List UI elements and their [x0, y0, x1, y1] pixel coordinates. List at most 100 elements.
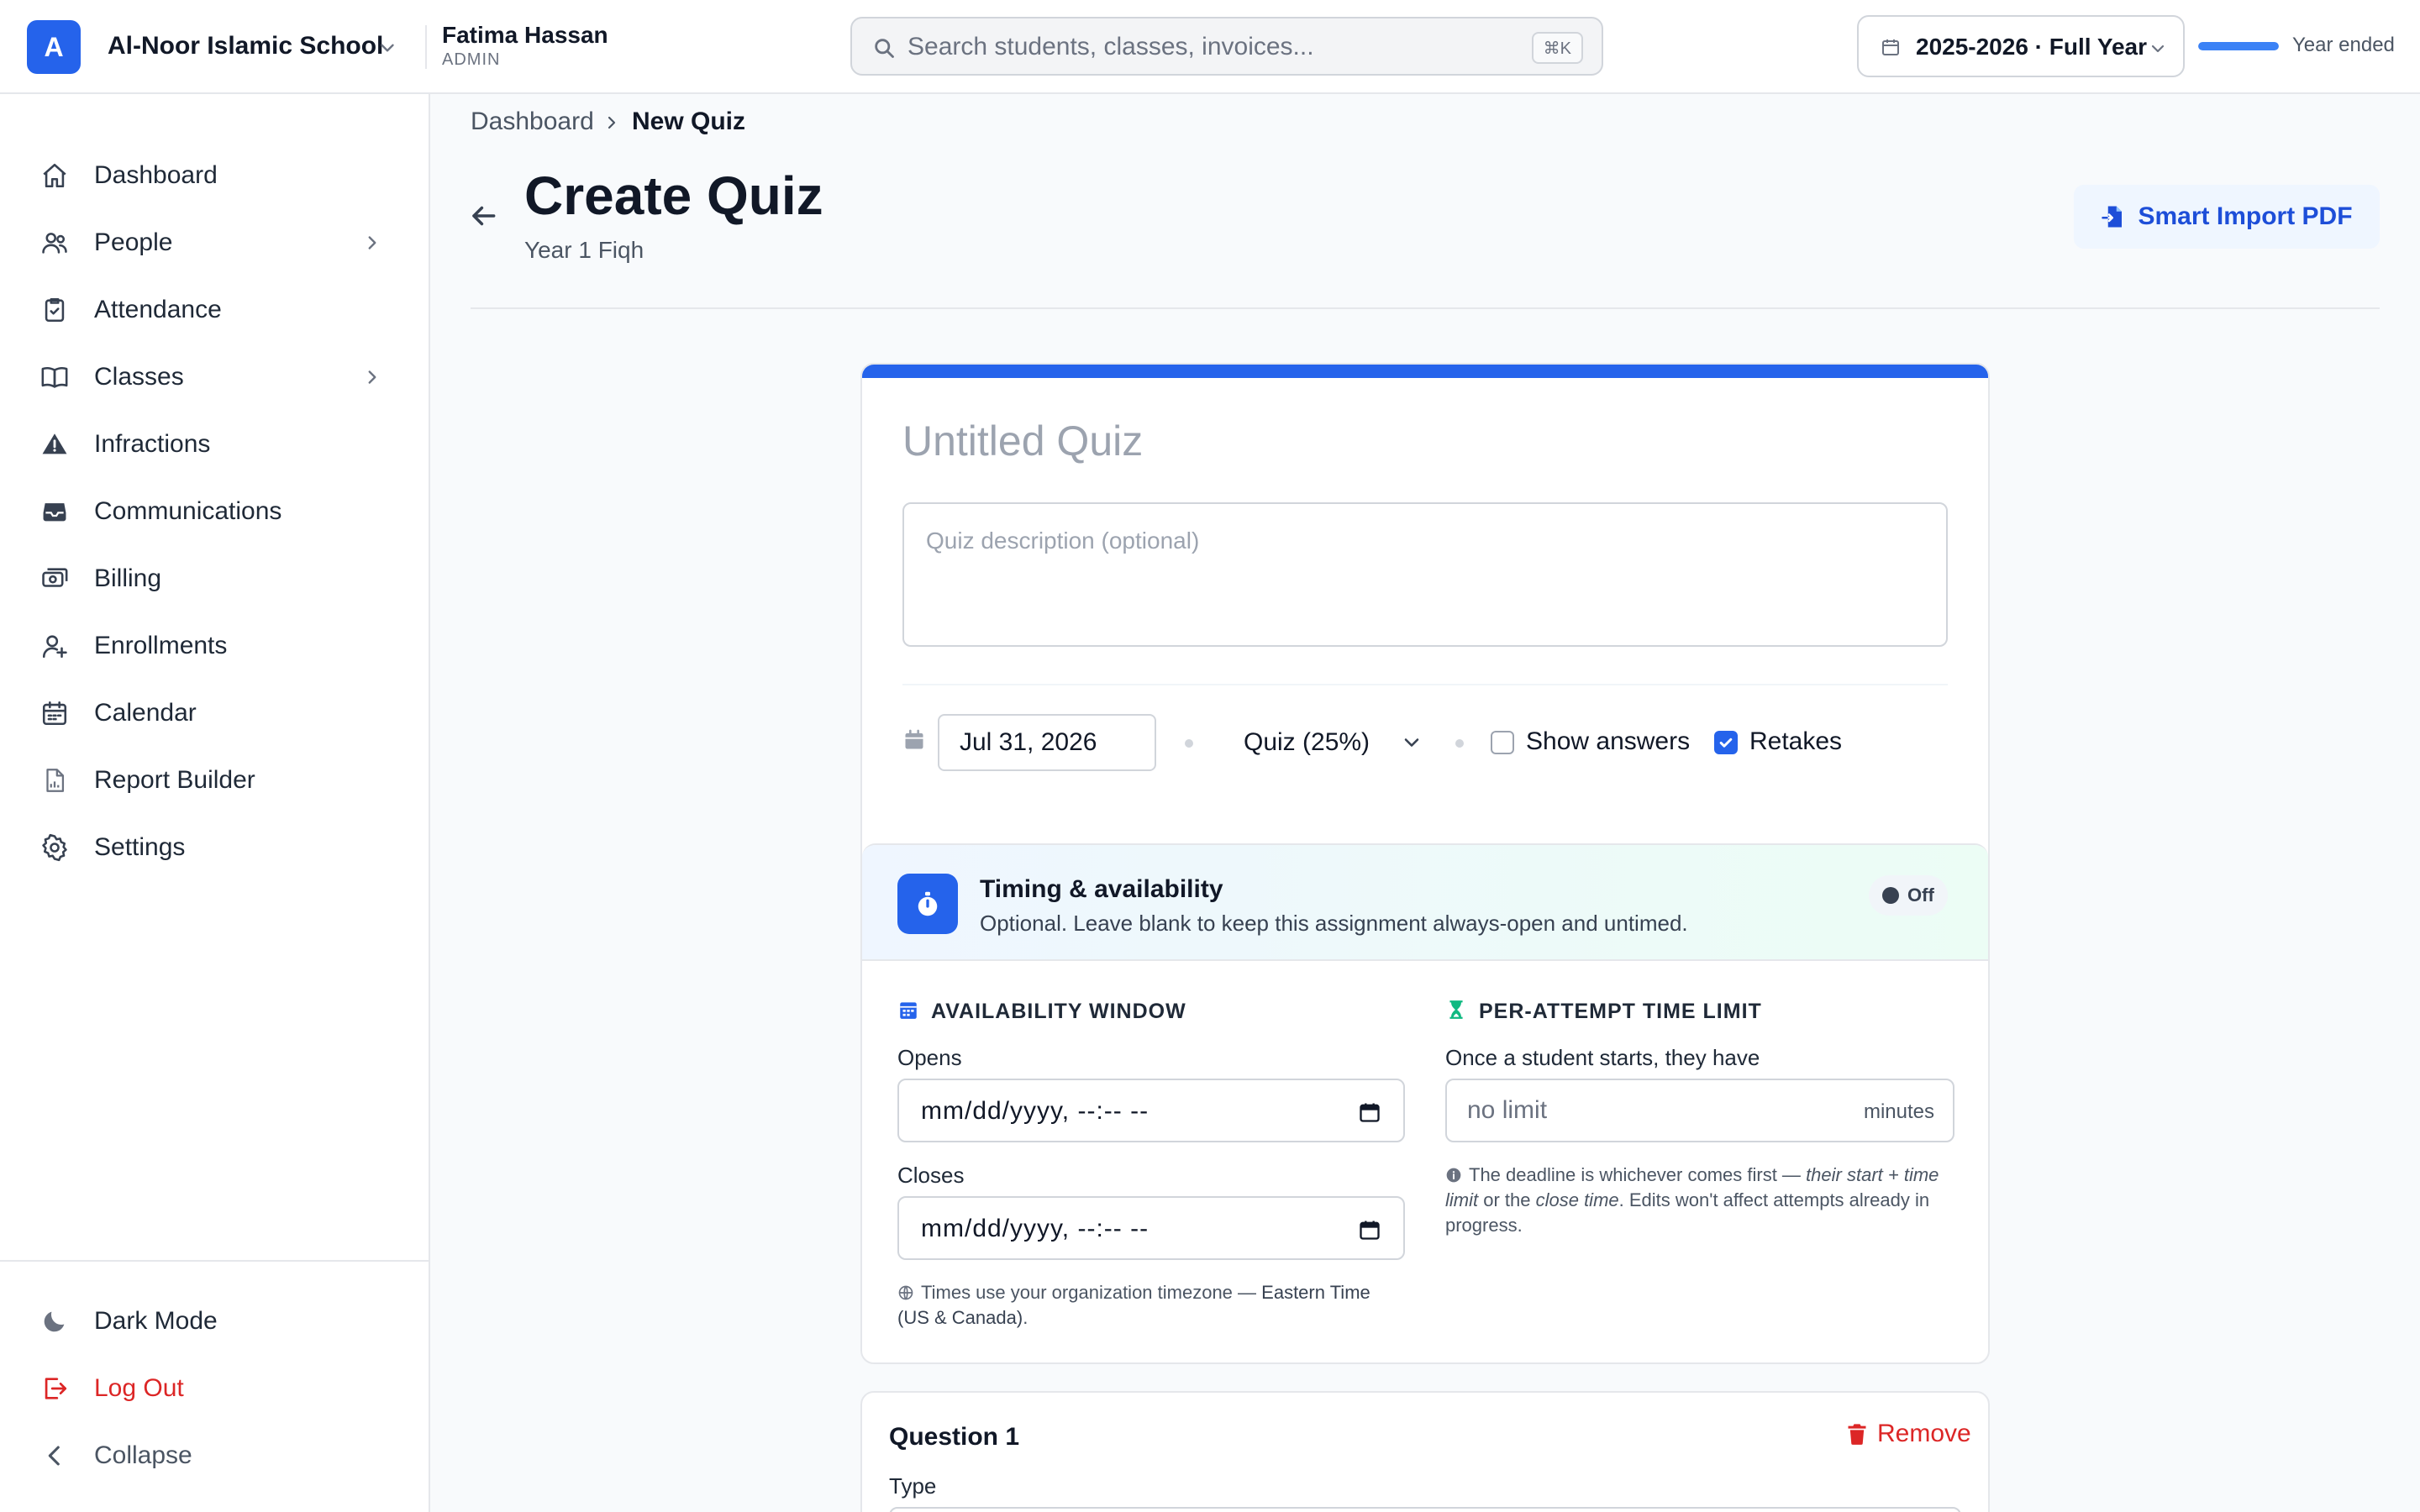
- sidebar-item-label: Communications: [94, 497, 282, 525]
- year-status: Year ended: [2292, 34, 2395, 56]
- opens-datetime-value: mm/dd/yyyy, --:-- --: [921, 1097, 1150, 1125]
- question-card: Question 1 Remove Type: [860, 1391, 1990, 1512]
- separator-dot: [1185, 739, 1193, 748]
- logout-label: Log Out: [94, 1374, 184, 1402]
- dark-mode-label: Dark Mode: [94, 1307, 218, 1335]
- year-progress-fill: [2198, 42, 2279, 50]
- sidebar: Dashboard People Attendance Classes Infr…: [0, 94, 430, 1512]
- user-role: ADMIN: [442, 50, 501, 69]
- sidebar-item-label: Settings: [94, 833, 186, 861]
- sidebar-item-classes[interactable]: Classes: [25, 351, 395, 402]
- sidebar-item-settings[interactable]: Settings: [25, 822, 395, 872]
- show-answers-label[interactable]: Show answers: [1526, 727, 1690, 756]
- global-search[interactable]: ⌘K: [850, 17, 1603, 76]
- logout-icon: [45, 1378, 67, 1399]
- closes-label: Closes: [897, 1163, 965, 1188]
- user-name: Fatima Hassan: [442, 22, 608, 48]
- collapse-sidebar-button[interactable]: Collapse: [25, 1430, 395, 1480]
- chevron-down-icon: [1404, 738, 1419, 747]
- remove-question-button[interactable]: Remove: [1845, 1420, 1971, 1448]
- category-select[interactable]: Quiz (25%): [1223, 714, 1434, 771]
- dark-mode-toggle[interactable]: Dark Mode: [25, 1295, 395, 1346]
- chevron-down-icon: [2151, 45, 2165, 53]
- separator-dot: [1455, 739, 1464, 748]
- sidebar-item-report-builder[interactable]: Report Builder: [25, 754, 395, 805]
- sidebar-item-people[interactable]: People: [25, 217, 395, 267]
- moon-icon: [44, 1311, 65, 1332]
- top-bar: A Al-Noor Islamic School Fatima Hassan A…: [0, 0, 2420, 94]
- question-type-select[interactable]: [889, 1507, 1961, 1512]
- timing-badge: [897, 874, 958, 934]
- sidebar-item-infractions[interactable]: Infractions: [25, 418, 395, 469]
- quiz-description-input[interactable]: [902, 502, 1948, 647]
- chevron-down-icon[interactable]: [376, 37, 398, 59]
- trash-icon: [1848, 1424, 1866, 1445]
- time-limit-input[interactable]: [1467, 1094, 1820, 1127]
- retakes-checkbox[interactable]: [1714, 731, 1738, 754]
- retakes-label[interactable]: Retakes: [1749, 727, 1842, 756]
- time-limit-note: The deadline is whichever comes first — …: [1445, 1163, 1954, 1238]
- card-divider: [902, 684, 1948, 685]
- calendar-picker-icon[interactable]: [1358, 1100, 1381, 1124]
- chevron-right-icon: [368, 370, 376, 384]
- status-dot: [1882, 887, 1899, 904]
- hourglass-icon: [1449, 1000, 1463, 1019]
- sidebar-item-communications[interactable]: Communications: [25, 486, 395, 536]
- sidebar-item-label: Calendar: [94, 699, 197, 727]
- sidebar-item-label: Dashboard: [94, 161, 218, 189]
- sidebar-item-attendance[interactable]: Attendance: [25, 284, 395, 334]
- quiz-title-input[interactable]: [902, 412, 1944, 470]
- timing-header: Timing & availability Optional. Leave bl…: [862, 845, 1988, 961]
- quiz-details-card: Quiz (25%) Show answers Retakes Timing &…: [860, 363, 1990, 1364]
- show-answers-checkbox[interactable]: [1491, 731, 1514, 754]
- time-limit-unit: minutes: [1863, 1100, 1934, 1123]
- time-limit-label: Once a student starts, they have: [1445, 1045, 1760, 1070]
- calendar-icon: [42, 701, 67, 726]
- time-limit-field[interactable]: minutes: [1445, 1079, 1954, 1142]
- sidebar-item-dashboard[interactable]: Dashboard: [25, 150, 395, 200]
- year-progress-bar: [2198, 42, 2279, 50]
- page-subtitle: Year 1 Fiqh: [524, 237, 644, 263]
- due-date-input[interactable]: [938, 714, 1156, 771]
- home-icon: [43, 163, 66, 188]
- sidebar-item-label: Infractions: [94, 430, 211, 458]
- org-logo[interactable]: A: [27, 20, 81, 74]
- collapse-label: Collapse: [94, 1441, 192, 1469]
- question-type-label: Type: [889, 1473, 937, 1499]
- sidebar-item-label: People: [94, 228, 173, 256]
- warning-icon: [42, 433, 67, 454]
- inbox-icon: [43, 503, 66, 522]
- calendar-icon: [1882, 39, 1899, 55]
- school-year-select[interactable]: 2025-2026 · Full Year: [1857, 15, 2185, 77]
- timing-status-badge[interactable]: Off: [1869, 875, 1948, 916]
- calendar-picker-icon[interactable]: [1358, 1218, 1381, 1242]
- time-limit-note-text: The deadline is whichever comes first —: [1469, 1164, 1807, 1185]
- users-icon: [42, 233, 67, 254]
- timezone-note: Times use your organization timezone — E…: [897, 1280, 1405, 1331]
- check-icon: [1719, 738, 1733, 748]
- smart-import-pdf-button[interactable]: Smart Import PDF: [2074, 185, 2380, 249]
- logout-button[interactable]: Log Out: [25, 1362, 395, 1413]
- back-arrow-icon[interactable]: [467, 200, 499, 232]
- sidebar-item-enrollments[interactable]: Enrollments: [25, 620, 395, 670]
- chevron-right-icon: [608, 116, 616, 129]
- opens-datetime-input[interactable]: mm/dd/yyyy, --:-- --: [897, 1079, 1405, 1142]
- org-name[interactable]: Al-Noor Islamic School: [108, 32, 383, 60]
- gear-icon: [42, 833, 67, 862]
- sidebar-item-calendar[interactable]: Calendar: [25, 687, 395, 738]
- header-divider: [471, 307, 2380, 309]
- question-title: Question 1: [889, 1423, 1020, 1451]
- stopwatch-icon: [918, 891, 938, 916]
- calendar-icon: [905, 729, 923, 749]
- breadcrumb-dashboard-link[interactable]: Dashboard: [471, 108, 594, 136]
- search-input[interactable]: [908, 29, 1512, 66]
- opens-label: Opens: [897, 1045, 962, 1070]
- document-chart-icon: [46, 769, 65, 792]
- closes-datetime-input[interactable]: mm/dd/yyyy, --:-- --: [897, 1196, 1405, 1260]
- info-icon: [1446, 1168, 1461, 1183]
- book-open-icon: [41, 366, 68, 388]
- sidebar-item-billing[interactable]: Billing: [25, 553, 395, 603]
- chevron-right-icon: [368, 236, 376, 249]
- calendar-days-icon: [900, 1002, 917, 1019]
- time-limit-note-text: or the: [1478, 1189, 1536, 1210]
